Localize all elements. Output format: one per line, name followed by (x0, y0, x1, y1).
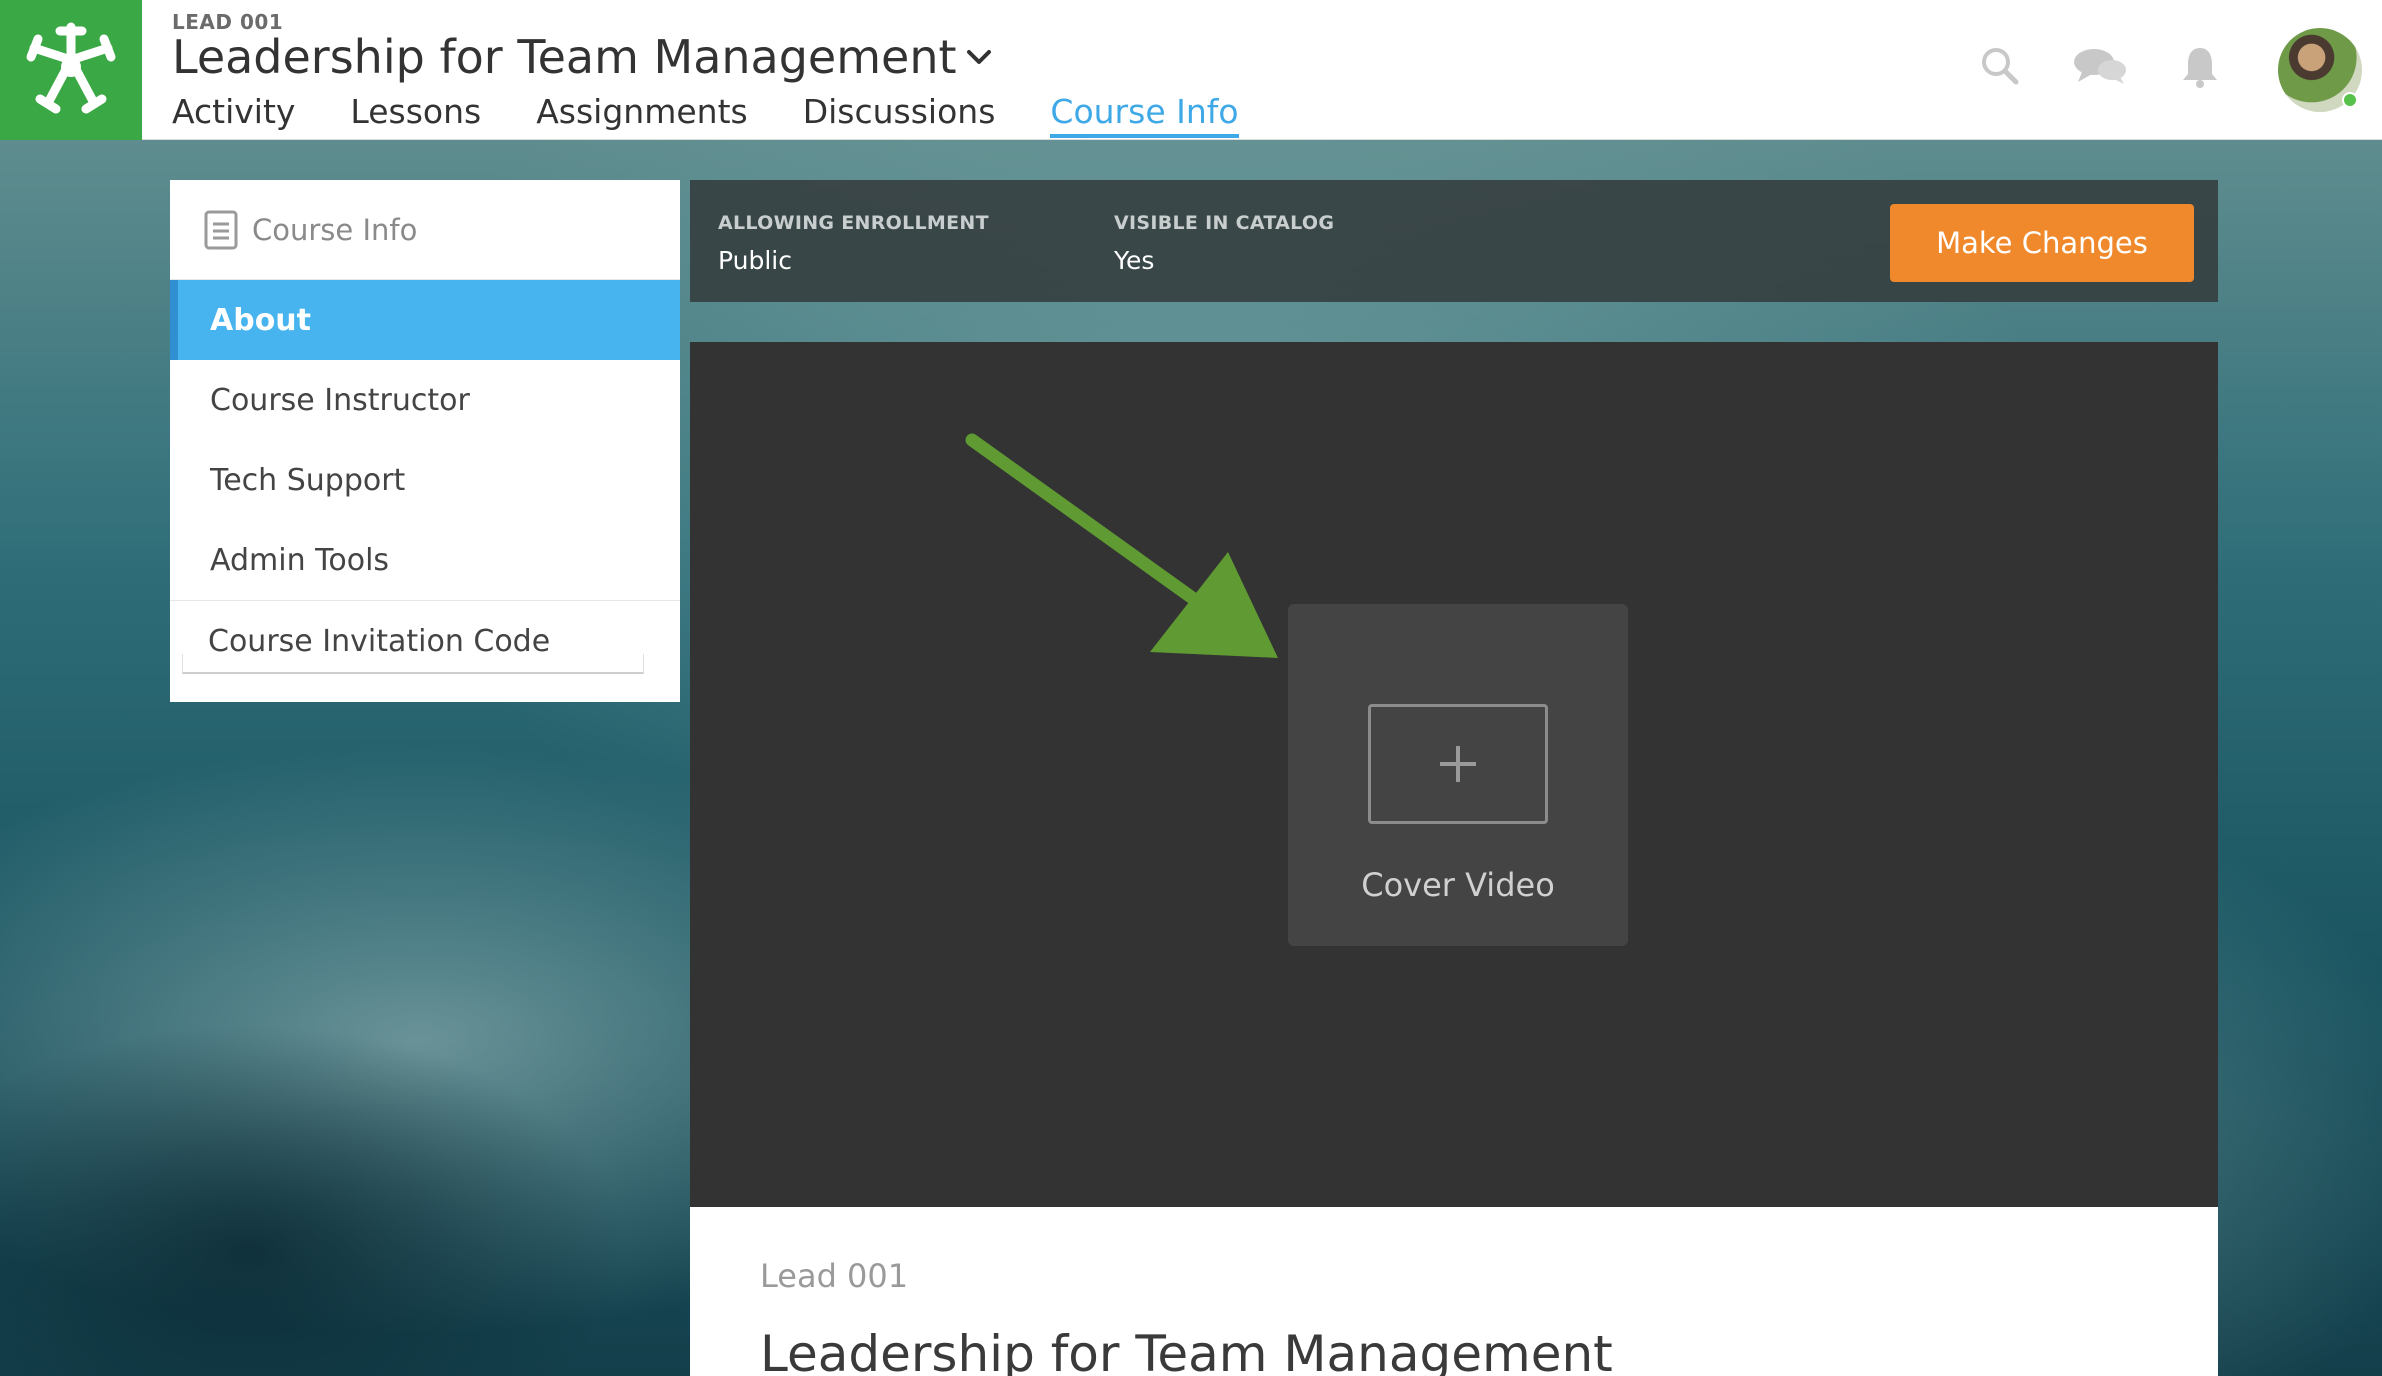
plus-icon (1440, 746, 1476, 782)
catalog-label: VISIBLE IN CATALOG (1114, 212, 1335, 234)
course-info-sidebar: Course Info About Course Instructor Tech… (170, 180, 680, 702)
sidebar-item-tech-support[interactable]: Tech Support (170, 440, 680, 520)
cover-video-panel: Cover Video (690, 342, 2218, 1207)
document-icon (204, 210, 238, 250)
add-cover-video-button[interactable]: Cover Video (1288, 604, 1628, 946)
course-title-text: Leadership for Team Management (172, 30, 957, 84)
chat-icon[interactable] (2072, 44, 2128, 88)
enrollment-label: ALLOWING ENROLLMENT (718, 212, 989, 234)
course-status-bar: ALLOWING ENROLLMENT Public VISIBLE IN CA… (690, 180, 2218, 302)
make-changes-button[interactable]: Make Changes (1890, 204, 2194, 282)
sidebar-title: Course Info (252, 212, 418, 247)
bell-icon[interactable] (2178, 44, 2222, 88)
sidebar-item-course-instructor[interactable]: Course Instructor (170, 360, 680, 440)
sidebar-bottom-edge (182, 654, 644, 674)
background-shade (0, 1000, 700, 1376)
tab-lessons[interactable]: Lessons (350, 88, 481, 140)
app-logo[interactable] (0, 0, 142, 140)
tab-course-info[interactable]: Course Info (1050, 88, 1239, 140)
tab-discussions[interactable]: Discussions (803, 88, 996, 140)
tab-assignments[interactable]: Assignments (536, 88, 748, 140)
cover-video-placeholder (1368, 704, 1548, 824)
catalog-value: Yes (1114, 246, 1155, 275)
sidebar-item-admin-tools[interactable]: Admin Tools (170, 520, 680, 600)
logo-icon (26, 22, 116, 114)
cover-video-label: Cover Video (1361, 866, 1555, 904)
about-section: Lead 001 Leadership for Team Management (690, 1207, 2218, 1376)
course-nav: Activity Lessons Assignments Discussions… (172, 88, 1294, 140)
chevron-down-icon (965, 47, 993, 67)
course-title-dropdown[interactable]: Leadership for Team Management (172, 30, 993, 84)
sidebar-item-about[interactable]: About (170, 280, 680, 360)
enrollment-value: Public (718, 246, 792, 275)
about-course-title: Leadership for Team Management (760, 1325, 1613, 1376)
sidebar-header: Course Info (170, 180, 680, 280)
online-status-indicator (2342, 92, 2358, 108)
about-course-code: Lead 001 (760, 1257, 909, 1295)
top-header: LEAD 001 Leadership for Team Management … (0, 0, 2382, 140)
search-icon[interactable] (1978, 44, 2022, 88)
tab-activity[interactable]: Activity (172, 88, 295, 140)
